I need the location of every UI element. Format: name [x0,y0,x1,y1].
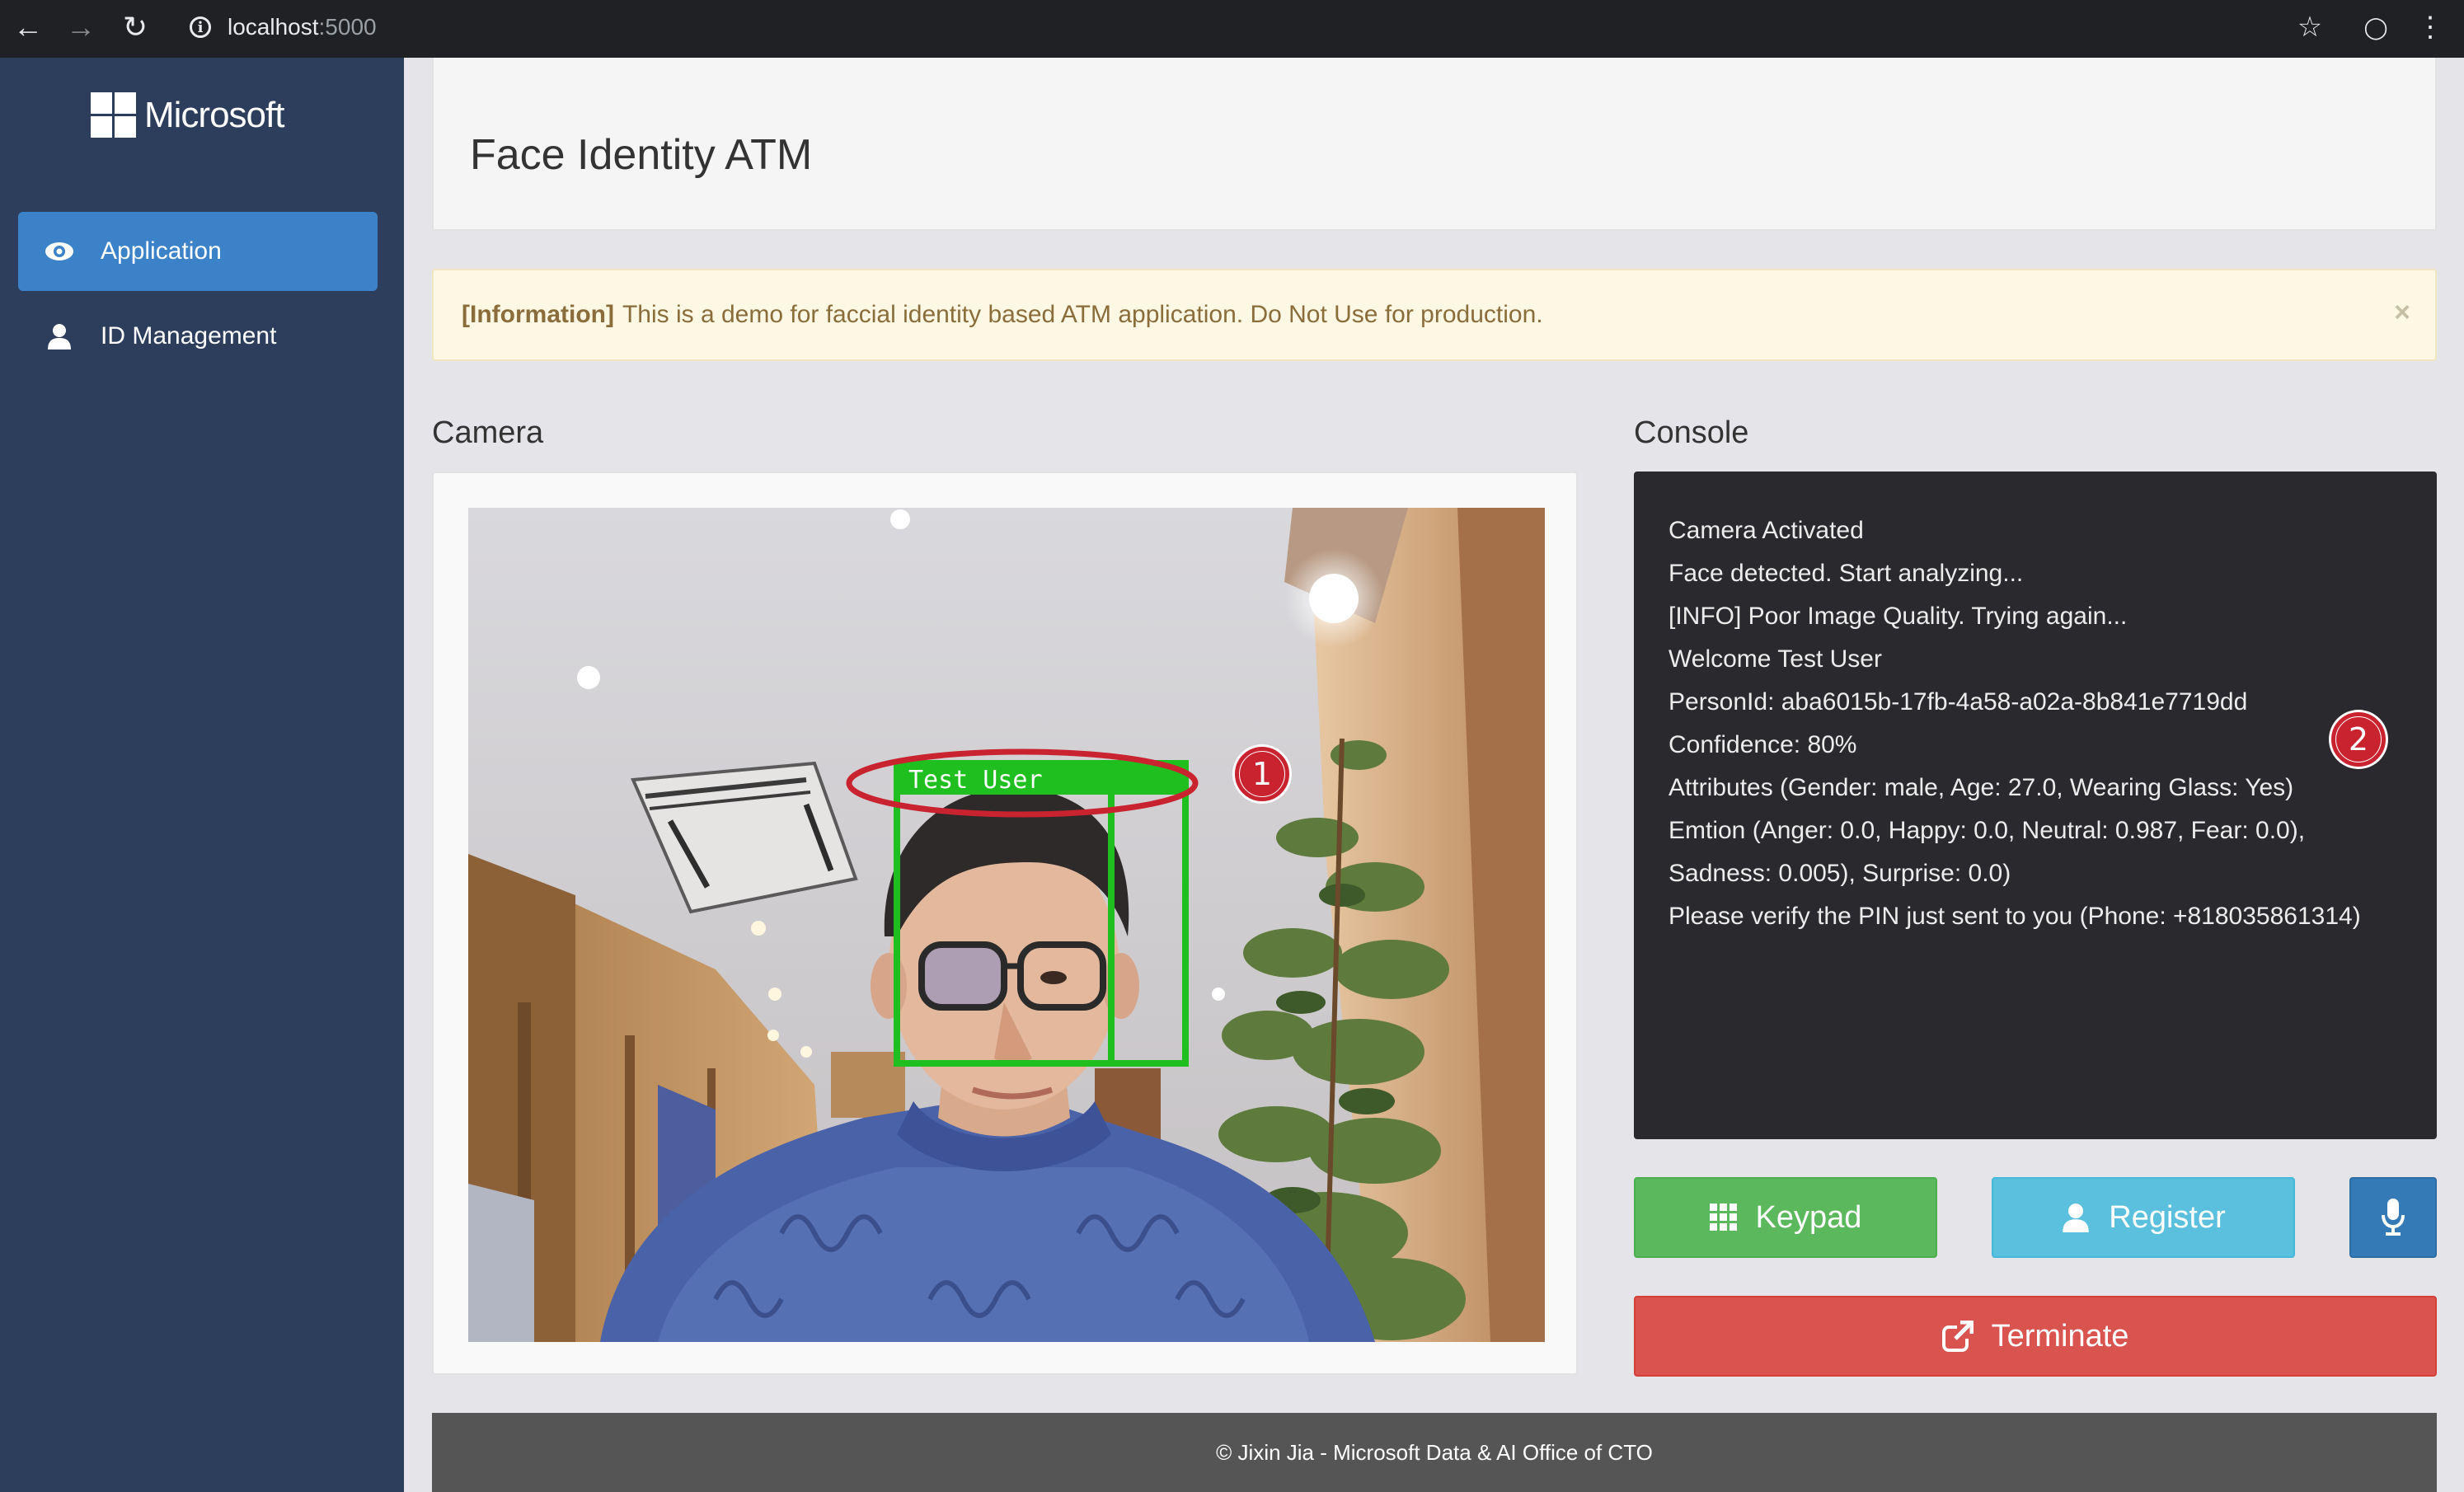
footer: © Jixin Jia - Microsoft Data & AI Office… [432,1413,2437,1492]
footer-text: © Jixin Jia - Microsoft Data & AI Office… [1216,1439,1653,1465]
terminate-button[interactable]: Terminate [1634,1296,2437,1377]
camera-heading: Camera [432,415,544,450]
microphone-button[interactable] [2349,1177,2437,1258]
face-label: Test User [908,766,1043,795]
menu-dots-icon[interactable]: ⋮ [2405,0,2455,54]
user-icon [43,323,76,350]
incognito-icon[interactable]: ◯ [2351,0,2401,54]
console-line: Please verify the PIN just sent to you (… [1668,903,2361,930]
keypad-grid-icon [1709,1203,1738,1232]
console-line: Face detected. Start analyzing... [1668,560,2024,587]
back-icon[interactable]: ← [3,0,53,54]
console-line: Emtion (Anger: 0.0, Happy: 0.0, Neutral:… [1668,817,2306,844]
alert-tag: [Information] [462,301,614,328]
annotation-1-badge: 1 [1235,747,1289,801]
address-bar[interactable]: i localhost:5000 [170,5,2297,49]
console-heading: Console [1634,415,1749,450]
console-output: Camera Activated Face detected. Start an… [1634,472,2437,1139]
close-icon[interactable]: × [2394,297,2410,329]
address-url[interactable]: localhost:5000 [228,14,377,40]
keypad-button-label: Keypad [1755,1199,1862,1235]
sidebar-item-id-management[interactable]: ID Management [18,297,378,376]
star-icon[interactable]: ☆ [2285,0,2335,54]
brand-name: Microsoft [144,94,284,135]
info-icon[interactable]: i [190,16,211,38]
camera-feed: Test User [468,508,1545,1342]
console-line: Sadness: 0.005), Surprise: 0.0) [1668,860,2011,887]
console-line: PersonId: aba6015b-17fb-4a58-a02a-8b841e… [1668,688,2248,716]
sidebar-item-application[interactable]: Application [18,212,378,291]
console-line: Attributes (Gender: male, Age: 27.0, Wea… [1668,774,2294,801]
reload-icon[interactable]: ↻ [110,0,160,54]
microsoft-logo-icon [91,92,136,138]
external-link-icon [1941,1321,1974,1352]
console-line: Camera Activated [1668,517,1864,544]
annotation-2-badge: 2 [2331,712,2386,767]
eye-icon [43,241,76,262]
microphone-icon [2382,1199,2405,1236]
sidebar: Microsoft Application ID Management [0,58,404,1492]
register-button-label: Register [2109,1199,2226,1235]
info-alert: [Information] This is a demo for faccial… [432,269,2437,361]
page-header: Face Identity ATM [432,58,2437,231]
browser-toolbar: ← → ↻ i localhost:5000 ☆ ◯ ⋮ [0,0,2464,58]
forward-icon[interactable]: → [56,0,106,54]
sidebar-item-label: ID Management [101,322,277,350]
console-line: [INFO] Poor Image Quality. Trying again.… [1668,603,2128,630]
console-line: Welcome Test User [1668,645,1882,673]
page-title: Face Identity ATM [470,131,813,179]
sidebar-item-label: Application [101,237,222,265]
camera-panel: Test User 1 [432,472,1578,1375]
register-button[interactable]: Register [1992,1177,2295,1258]
keypad-button[interactable]: Keypad [1634,1177,1937,1258]
console-line: Confidence: 80% [1668,731,1857,758]
user-icon [2061,1203,2091,1232]
brand[interactable]: Microsoft [91,92,284,138]
alert-message: This is a demo for faccial identity base… [622,301,1543,328]
terminate-button-label: Terminate [1991,1318,2129,1354]
